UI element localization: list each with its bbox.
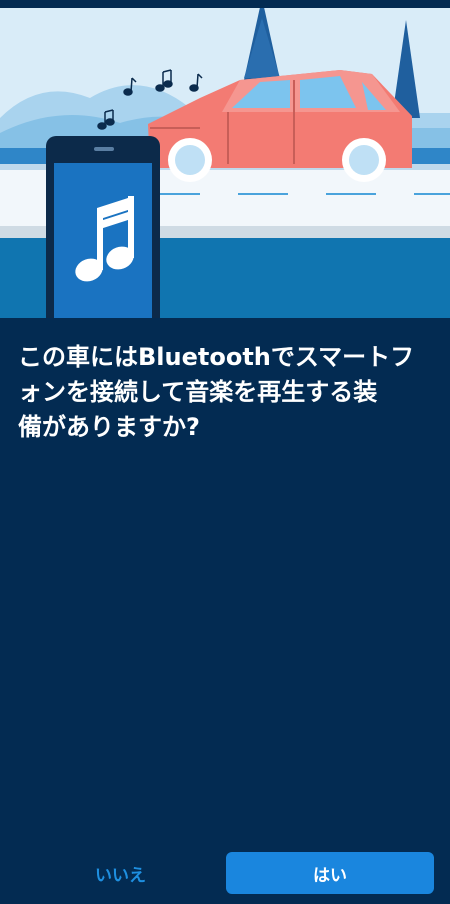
- hero-illustration: [0, 8, 450, 318]
- question-text: この車にはBluetoothでスマートフ ォンを接続して音楽を再生する装 備があ…: [18, 340, 432, 445]
- no-button[interactable]: いいえ: [18, 853, 223, 893]
- yes-button[interactable]: はい: [226, 852, 434, 894]
- question-line: この車にはBluetoothでスマートフ: [18, 343, 415, 371]
- question-line: ォンを接続して音楽を再生する装: [18, 378, 378, 406]
- phone-icon: [46, 136, 160, 318]
- question-line: 備がありますか?: [18, 413, 200, 441]
- status-bar: [0, 0, 450, 8]
